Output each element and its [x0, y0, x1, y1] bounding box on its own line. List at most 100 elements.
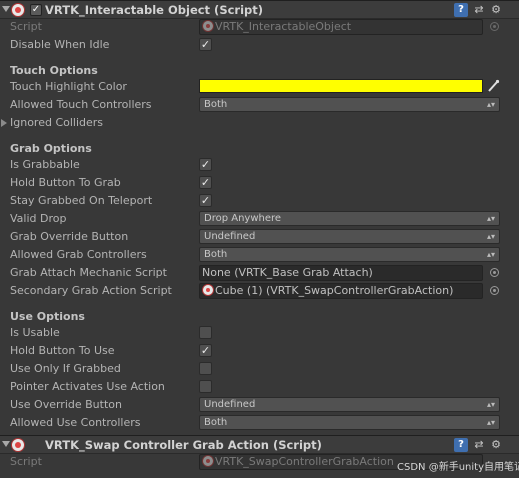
object-picker-icon[interactable] [490, 286, 499, 295]
preset-icon[interactable]: ⇄ [472, 3, 486, 17]
allowed-touch-controllers-dropdown[interactable]: Both ▴▾ [199, 97, 500, 112]
grab-attach-mechanic-field[interactable]: None (VRTK_Base Grab Attach) [199, 265, 483, 281]
gear-icon[interactable]: ⚙ [489, 438, 503, 452]
ignored-colliders-row[interactable]: Ignored Colliders [0, 114, 519, 132]
script-asset-icon [202, 284, 214, 296]
component-title: VRTK_Interactable Object (Script) [45, 3, 264, 17]
allowed-touch-controllers-label: Allowed Touch Controllers [10, 98, 152, 111]
is-grabbable-checkbox[interactable]: ✓ [199, 158, 212, 171]
allowed-use-controllers-dropdown[interactable]: Both ▴▾ [199, 415, 500, 430]
dropdown-arrows-icon: ▴▾ [486, 232, 495, 241]
object-picker-icon [490, 22, 499, 31]
secondary-grab-action-field[interactable]: Cube (1) (VRTK_SwapControllerGrabAction) [199, 283, 483, 299]
touch-highlight-label: Touch Highlight Color [10, 80, 127, 93]
use-override-button-row: Use Override Button Undefined ▴▾ [0, 396, 519, 414]
preset-icon[interactable]: ⇄ [472, 438, 486, 452]
object-field-value: Cube (1) (VRTK_SwapControllerGrabAction) [215, 284, 454, 297]
grab-options-heading: Grab Options [10, 142, 92, 155]
script-label: Script [10, 20, 42, 33]
script-asset-icon [202, 20, 214, 32]
hold-button-to-grab-row: Hold Button To Grab ✓ [0, 174, 519, 192]
eyedropper-icon[interactable] [486, 78, 500, 94]
help-icon[interactable]: ? [454, 3, 468, 17]
hold-button-to-use-label: Hold Button To Use [10, 344, 115, 357]
stay-grabbed-row: Stay Grabbed On Teleport ✓ [0, 192, 519, 210]
ignored-colliders-label[interactable]: Ignored Colliders [10, 116, 103, 129]
dropdown-arrows-icon: ▴▾ [486, 100, 495, 109]
dropdown-value: Both [204, 99, 228, 110]
hold-button-to-grab-label: Hold Button To Grab [10, 176, 121, 189]
dropdown-value: Both [204, 249, 228, 260]
hold-button-to-use-row: Hold Button To Use ✓ [0, 342, 519, 360]
allowed-grab-controllers-row: Allowed Grab Controllers Both ▴▾ [0, 246, 519, 264]
stay-grabbed-checkbox[interactable]: ✓ [199, 194, 212, 207]
dropdown-arrows-icon: ▴▾ [486, 250, 495, 259]
disable-when-idle-label: Disable When Idle [10, 38, 110, 51]
dropdown-arrows-icon: ▴▾ [486, 418, 495, 427]
use-override-button-dropdown[interactable]: Undefined ▴▾ [199, 397, 500, 412]
allowed-grab-controllers-dropdown[interactable]: Both ▴▾ [199, 247, 500, 262]
script-value: VRTK_InteractableObject [215, 20, 352, 33]
dropdown-value: Drop Anywhere [204, 213, 282, 224]
component-header-swap-controller[interactable]: VRTK_Swap Controller Grab Action (Script… [0, 435, 519, 454]
dropdown-value: Both [204, 417, 228, 428]
use-options-heading: Use Options [10, 310, 85, 323]
touch-options-heading: Touch Options [10, 64, 98, 77]
grab-override-button-label: Grab Override Button [10, 230, 129, 243]
use-override-button-label: Use Override Button [10, 398, 122, 411]
dropdown-value: Undefined [204, 399, 256, 410]
touch-highlight-color-field[interactable] [199, 79, 483, 93]
script-asset-icon [202, 455, 214, 467]
stay-grabbed-label: Stay Grabbed On Teleport [10, 194, 153, 207]
disable-when-idle-checkbox[interactable]: ✓ [199, 38, 212, 51]
object-field-value: None (VRTK_Base Grab Attach) [202, 266, 373, 279]
watermark: CSDN @新手unity自用笔记 [397, 462, 519, 473]
dropdown-arrows-icon: ▴▾ [486, 214, 495, 223]
pointer-activates-label: Pointer Activates Use Action [10, 380, 165, 393]
allowed-touch-controllers-row: Allowed Touch Controllers Both ▴▾ [0, 96, 519, 114]
help-icon[interactable]: ? [454, 438, 468, 452]
valid-drop-row: Valid Drop Drop Anywhere ▴▾ [0, 210, 519, 228]
use-only-if-grabbed-label: Use Only If Grabbed [10, 362, 121, 375]
foldout-open-icon[interactable] [2, 441, 10, 447]
object-picker-icon[interactable] [490, 268, 499, 277]
component-enable-checkbox[interactable]: ✓ [30, 4, 42, 16]
is-usable-label: Is Usable [10, 326, 60, 339]
pointer-activates-row: Pointer Activates Use Action [0, 378, 519, 396]
component-header-interactable-object[interactable]: ✓ VRTK_Interactable Object (Script) ? ⇄ … [0, 0, 519, 19]
dropdown-value: Undefined [204, 231, 256, 242]
script-field: VRTK_InteractableObject [199, 19, 483, 35]
hold-button-to-use-checkbox[interactable]: ✓ [199, 344, 212, 357]
disable-when-idle-row: Disable When Idle ✓ [0, 36, 519, 54]
is-usable-checkbox[interactable] [199, 326, 212, 339]
gear-icon[interactable]: ⚙ [489, 3, 503, 17]
pointer-activates-checkbox[interactable] [199, 380, 212, 393]
script-label: Script [10, 455, 42, 468]
foldout-open-icon[interactable] [2, 6, 10, 12]
secondary-grab-action-row: Secondary Grab Action Script Cube (1) (V… [0, 282, 519, 300]
allowed-use-controllers-row: Allowed Use Controllers Both ▴▾ [0, 414, 519, 432]
script-component-icon [11, 3, 25, 17]
dropdown-arrows-icon: ▴▾ [486, 400, 495, 409]
is-grabbable-label: Is Grabbable [10, 158, 80, 171]
component-title: VRTK_Swap Controller Grab Action (Script… [45, 438, 322, 452]
use-only-if-grabbed-row: Use Only If Grabbed [0, 360, 519, 378]
is-usable-row: Is Usable [0, 324, 519, 342]
valid-drop-dropdown[interactable]: Drop Anywhere ▴▾ [199, 211, 500, 226]
valid-drop-label: Valid Drop [10, 212, 67, 225]
allowed-grab-controllers-label: Allowed Grab Controllers [10, 248, 147, 261]
touch-highlight-row: Touch Highlight Color [0, 78, 519, 96]
grab-override-button-dropdown[interactable]: Undefined ▴▾ [199, 229, 500, 244]
script-value: VRTK_SwapControllerGrabAction [215, 455, 394, 468]
script-row: Script VRTK_InteractableObject [0, 18, 519, 36]
allowed-use-controllers-label: Allowed Use Controllers [10, 416, 141, 429]
is-grabbable-row: Is Grabbable ✓ [0, 156, 519, 174]
grab-attach-mechanic-label: Grab Attach Mechanic Script [10, 266, 167, 279]
hold-button-to-grab-checkbox[interactable]: ✓ [199, 176, 212, 189]
foldout-closed-icon[interactable] [1, 119, 7, 127]
script-component-icon [11, 438, 25, 452]
secondary-grab-action-label: Secondary Grab Action Script [10, 284, 172, 297]
use-only-if-grabbed-checkbox[interactable] [199, 362, 212, 375]
grab-attach-mechanic-row: Grab Attach Mechanic Script None (VRTK_B… [0, 264, 519, 282]
grab-override-button-row: Grab Override Button Undefined ▴▾ [0, 228, 519, 246]
